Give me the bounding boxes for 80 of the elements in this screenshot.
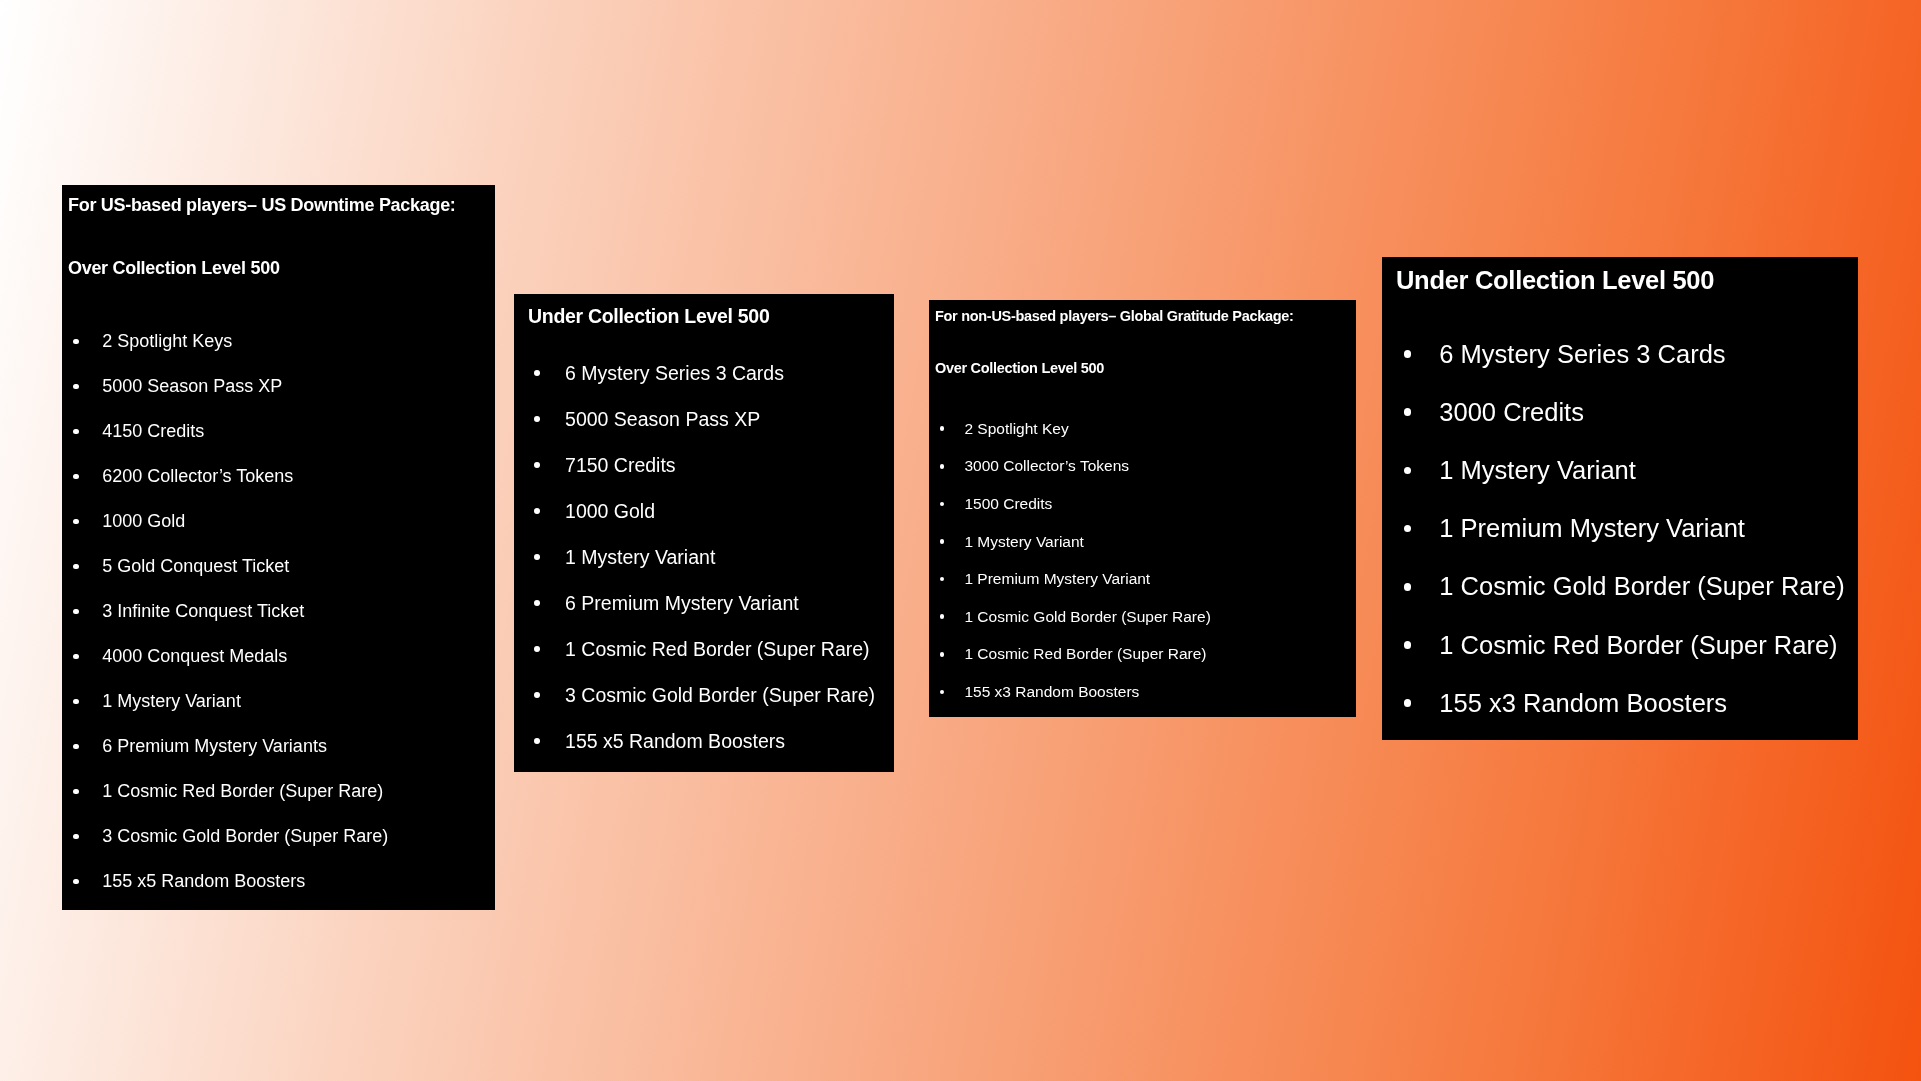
list-item: 6 Mystery Series 3 Cards	[565, 361, 784, 385]
list-item: 5 Gold Conquest Ticket	[102, 556, 290, 577]
list-item: 5000 Season Pass XP	[565, 407, 761, 431]
list-item: 6 Premium Mystery Variant	[565, 591, 799, 615]
bullet-icon	[1403, 350, 1412, 358]
list-item: 4150 Credits	[102, 421, 205, 442]
list-item: 1000 Gold	[565, 499, 656, 523]
bullet-icon	[73, 833, 79, 840]
bullet-icon	[73, 788, 79, 795]
bullet-icon	[533, 554, 540, 560]
bullet-icon	[533, 692, 540, 698]
list-item: 7150 Credits	[565, 453, 676, 477]
bullet-icon	[533, 370, 540, 376]
list-item: 3000 Credits	[1439, 397, 1584, 427]
list-item: 5000 Season Pass XP	[102, 376, 283, 397]
panel-heading: Over Collection Level 500	[935, 359, 1105, 378]
panel-heading: For US-based players– US Downtime Package:	[68, 194, 457, 217]
list-item: 3 Cosmic Gold Border (Super Rare)	[565, 683, 875, 707]
bullet-icon	[1403, 699, 1412, 708]
bullet-icon	[73, 743, 79, 750]
bullet-icon	[73, 653, 79, 660]
panel-heading: For non-US-based players– Global Gratitude Package:	[935, 307, 1295, 326]
bullet-icon	[939, 689, 945, 695]
bullet-icon	[73, 428, 79, 435]
list-item: 1 Mystery Variant	[102, 691, 241, 712]
bullet-icon	[533, 508, 540, 514]
list-item: 1 Premium Mystery Variant	[964, 570, 1151, 589]
panel-heading: Under Collection Level 500	[528, 304, 771, 328]
list-item: 1500 Credits	[964, 495, 1053, 513]
bullet-icon	[73, 698, 79, 705]
list-item: 155 x3 Random Boosters	[964, 682, 1140, 701]
list-item: 3 Infinite Conquest Ticket	[102, 601, 305, 622]
bullet-icon	[1403, 408, 1412, 417]
bullet-icon	[939, 501, 945, 507]
list-item: 1 Mystery Variant	[565, 545, 716, 569]
list-item: 1 Cosmic Red Border (Super Rare)	[565, 637, 870, 661]
list-item: 1 Cosmic Red Border (Super Rare)	[102, 781, 384, 802]
list-item: 1 Cosmic Red Border (Super Rare)	[1439, 630, 1838, 660]
bullet-icon	[73, 878, 79, 885]
bullet-icon	[939, 426, 945, 432]
list-item: 2 Spotlight Key	[964, 419, 1069, 438]
bullet-icon	[939, 539, 945, 544]
list-item: 1000 Gold	[102, 511, 186, 532]
bullet-icon	[1403, 466, 1412, 475]
list-item: 6200 Collector’s Tokens	[102, 466, 294, 487]
list-item: 6 Mystery Series 3 Cards	[1439, 339, 1726, 369]
panel-heading: Under Collection Level 500	[1396, 265, 1716, 295]
bullet-icon	[73, 608, 79, 615]
bullet-icon	[533, 416, 540, 422]
bullet-icon	[1403, 524, 1412, 533]
bullet-icon	[533, 600, 540, 606]
bullet-icon	[533, 738, 540, 744]
list-item: 3000 Collector’s Tokens	[964, 457, 1129, 476]
bullet-icon	[73, 383, 79, 390]
list-item: 6 Premium Mystery Variants	[102, 736, 327, 757]
bullet-icon	[73, 338, 79, 345]
bullet-icon	[533, 462, 540, 468]
list-item: 1 Cosmic Gold Border (Super Rare)	[1439, 572, 1845, 602]
bullet-icon	[73, 473, 79, 480]
bullet-icon	[939, 652, 945, 657]
list-item: 155 x5 Random Boosters	[565, 729, 786, 753]
list-item: 1 Cosmic Gold Border (Super Rare)	[964, 607, 1211, 626]
list-item: 1 Mystery Variant	[964, 532, 1084, 551]
bullet-icon	[939, 576, 945, 582]
list-item: 155 x3 Random Boosters	[1439, 688, 1728, 718]
bullet-icon	[939, 464, 945, 469]
list-item: 1 Cosmic Red Border (Super Rare)	[964, 645, 1207, 664]
list-item: 1 Premium Mystery Variant	[1439, 514, 1745, 544]
list-item: 1 Mystery Variant	[1439, 455, 1636, 485]
bullet-icon	[73, 563, 79, 570]
bullet-icon	[1403, 641, 1412, 649]
list-item: 2 Spotlight Keys	[102, 331, 233, 352]
list-item: 155 x5 Random Boosters	[102, 871, 306, 892]
list-item: 3 Cosmic Gold Border (Super Rare)	[102, 826, 389, 847]
bullet-icon	[1403, 583, 1412, 591]
bullet-icon	[939, 614, 945, 620]
bullet-icon	[533, 646, 540, 652]
list-item: 4000 Conquest Medals	[102, 646, 288, 667]
bullet-icon	[73, 518, 79, 525]
panel-heading: Over Collection Level 500	[68, 257, 281, 280]
